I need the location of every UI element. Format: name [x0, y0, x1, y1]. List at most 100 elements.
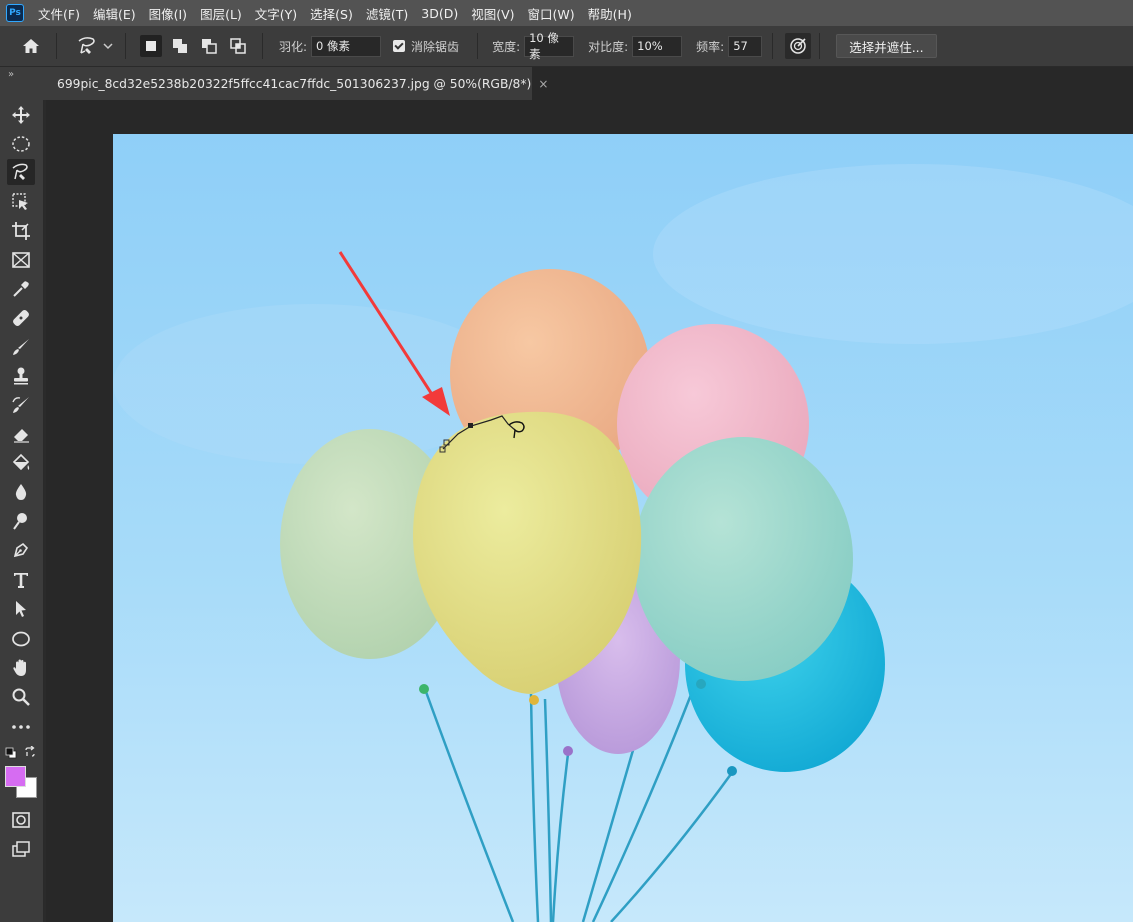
swap-colors-icon[interactable]	[24, 745, 36, 758]
ellipse-tool[interactable]	[7, 626, 35, 652]
healing-brush-icon	[13, 310, 29, 326]
eyedropper-icon	[13, 281, 29, 297]
eraser-tool[interactable]	[7, 421, 35, 447]
tools-panel	[0, 100, 44, 922]
intersect-selection-button[interactable]	[227, 35, 249, 57]
screen-mode-tool[interactable]	[7, 836, 35, 862]
add-selection-icon	[173, 39, 187, 53]
balloon-image	[113, 134, 1133, 922]
paint-bucket-icon	[12, 453, 30, 471]
width-input[interactable]: 10 像素	[524, 31, 575, 61]
menu-3d[interactable]: 3D(D)	[421, 6, 458, 21]
pen-pressure-button[interactable]	[785, 33, 812, 59]
menu-filter[interactable]: 滤镜(T)	[366, 4, 408, 23]
contrast-input[interactable]: 10%	[632, 35, 683, 57]
options-bar: 羽化: 0 像素 消除锯齿 宽度: 10 像素 对比度: 10% 频率: 57 …	[0, 26, 1133, 67]
subtract-selection-icon	[202, 39, 217, 54]
type-icon	[14, 573, 28, 588]
antialias-label: 消除锯齿	[411, 39, 460, 54]
zoom-icon	[12, 688, 30, 706]
healing-brush-tool[interactable]	[7, 305, 35, 331]
collapse-panel-icon[interactable]: »	[8, 69, 14, 80]
foreground-color-swatch[interactable]	[5, 766, 26, 787]
ellipse-icon	[12, 631, 30, 647]
menu-edit[interactable]: 编辑(E)	[93, 4, 136, 23]
elliptical-marquee-icon	[12, 136, 30, 152]
ellipsis-icon	[12, 725, 30, 729]
dodge-tool[interactable]	[7, 508, 35, 534]
path-selection-icon	[16, 601, 26, 617]
move-icon	[12, 106, 30, 124]
hand-icon	[13, 659, 26, 676]
new-selection-icon	[146, 41, 156, 51]
pen-icon	[13, 542, 29, 558]
menu-file[interactable]: 文件(F)	[38, 4, 80, 23]
tool-preset-picker[interactable]	[71, 33, 117, 59]
frequency-label: 频率:	[696, 39, 725, 54]
pen-tool[interactable]	[7, 537, 35, 563]
menu-view[interactable]: 视图(V)	[471, 4, 514, 23]
pen-pressure-icon	[790, 38, 806, 54]
move-tool[interactable]	[7, 102, 35, 128]
toolbar-header	[0, 67, 46, 100]
menu-window[interactable]: 窗口(W)	[528, 4, 575, 23]
frame-tool[interactable]	[7, 247, 35, 273]
clone-stamp-tool[interactable]	[7, 363, 35, 389]
photoshop-logo: Ps	[6, 4, 24, 22]
close-tab-icon[interactable]: ×	[538, 77, 548, 91]
frame-icon	[12, 252, 30, 268]
menu-bar: Ps 文件(F) 编辑(E) 图像(I) 图层(L) 文字(Y) 选择(S) 滤…	[0, 0, 1133, 26]
antialias-checkbox[interactable]	[393, 40, 406, 52]
quick-mask-icon	[12, 812, 30, 828]
document-tab-title: 699pic_8cd32e5238b20322f5ffcc41cac7ffdc_…	[57, 76, 532, 91]
magnetic-lasso-tool[interactable]	[7, 159, 35, 185]
clone-stamp-icon	[14, 367, 28, 385]
document-tab[interactable]: 699pic_8cd32e5238b20322f5ffcc41cac7ffdc_…	[46, 67, 548, 100]
feather-label: 羽化:	[279, 39, 308, 54]
magnetic-lasso-icon	[12, 163, 28, 180]
object-selection-icon	[12, 193, 28, 210]
contrast-label: 对比度:	[588, 39, 629, 54]
default-colors-swatch-icon	[5, 747, 17, 759]
brush-icon	[13, 339, 29, 355]
blur-icon	[15, 484, 27, 500]
hand-tool[interactable]	[7, 655, 35, 681]
width-label: 宽度:	[492, 39, 521, 54]
document-tab-bar: 699pic_8cd32e5238b20322f5ffcc41cac7ffdc_…	[46, 67, 1133, 100]
quick-mask-tool[interactable]	[7, 807, 35, 833]
eyedropper-tool[interactable]	[7, 276, 35, 302]
screen-mode-icon	[12, 841, 30, 857]
menu-image[interactable]: 图像(I)	[149, 4, 187, 23]
feather-input[interactable]: 0 像素	[311, 35, 382, 57]
crop-icon	[12, 222, 30, 240]
new-selection-button[interactable]	[140, 35, 162, 57]
crop-tool[interactable]	[7, 218, 35, 244]
home-icon	[23, 39, 39, 53]
elliptical-marquee-tool[interactable]	[7, 131, 35, 157]
swap-arrow-icon	[25, 745, 35, 757]
brush-tool[interactable]	[7, 334, 35, 360]
path-selection-tool[interactable]	[7, 596, 35, 622]
dodge-icon	[13, 513, 27, 530]
history-brush-tool[interactable]	[7, 392, 35, 418]
subtract-from-selection-button[interactable]	[198, 35, 220, 57]
balloon-photo[interactable]	[113, 134, 1133, 922]
select-and-mask-button[interactable]: 选择并遮住...	[836, 34, 937, 58]
frequency-input[interactable]: 57	[728, 35, 763, 57]
blur-tool[interactable]	[7, 479, 35, 505]
default-colors-icon[interactable]	[5, 747, 17, 759]
menu-help[interactable]: 帮助(H)	[588, 4, 632, 23]
menu-type[interactable]: 文字(Y)	[255, 4, 297, 23]
history-brush-icon	[12, 397, 29, 413]
more-tools[interactable]	[7, 714, 35, 740]
paint-bucket-tool[interactable]	[7, 450, 35, 476]
home-button[interactable]	[18, 33, 44, 59]
object-selection-tool[interactable]	[7, 189, 35, 215]
menu-select[interactable]: 选择(S)	[310, 4, 353, 23]
magnetic-lasso-icon	[78, 37, 95, 54]
add-to-selection-button[interactable]	[169, 35, 191, 57]
canvas-area[interactable]	[46, 100, 1133, 922]
menu-layer[interactable]: 图层(L)	[200, 4, 242, 23]
type-tool[interactable]	[7, 567, 35, 593]
zoom-tool[interactable]	[7, 684, 35, 710]
